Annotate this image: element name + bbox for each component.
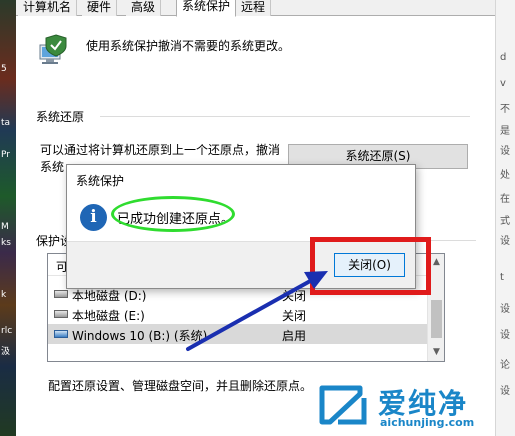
watermark-url: aichunjing.com xyxy=(380,416,475,429)
site-watermark: 爱纯净 aichunjing.com xyxy=(318,382,508,432)
annotation-arrow xyxy=(186,271,328,351)
brand-logo-icon xyxy=(319,385,367,425)
